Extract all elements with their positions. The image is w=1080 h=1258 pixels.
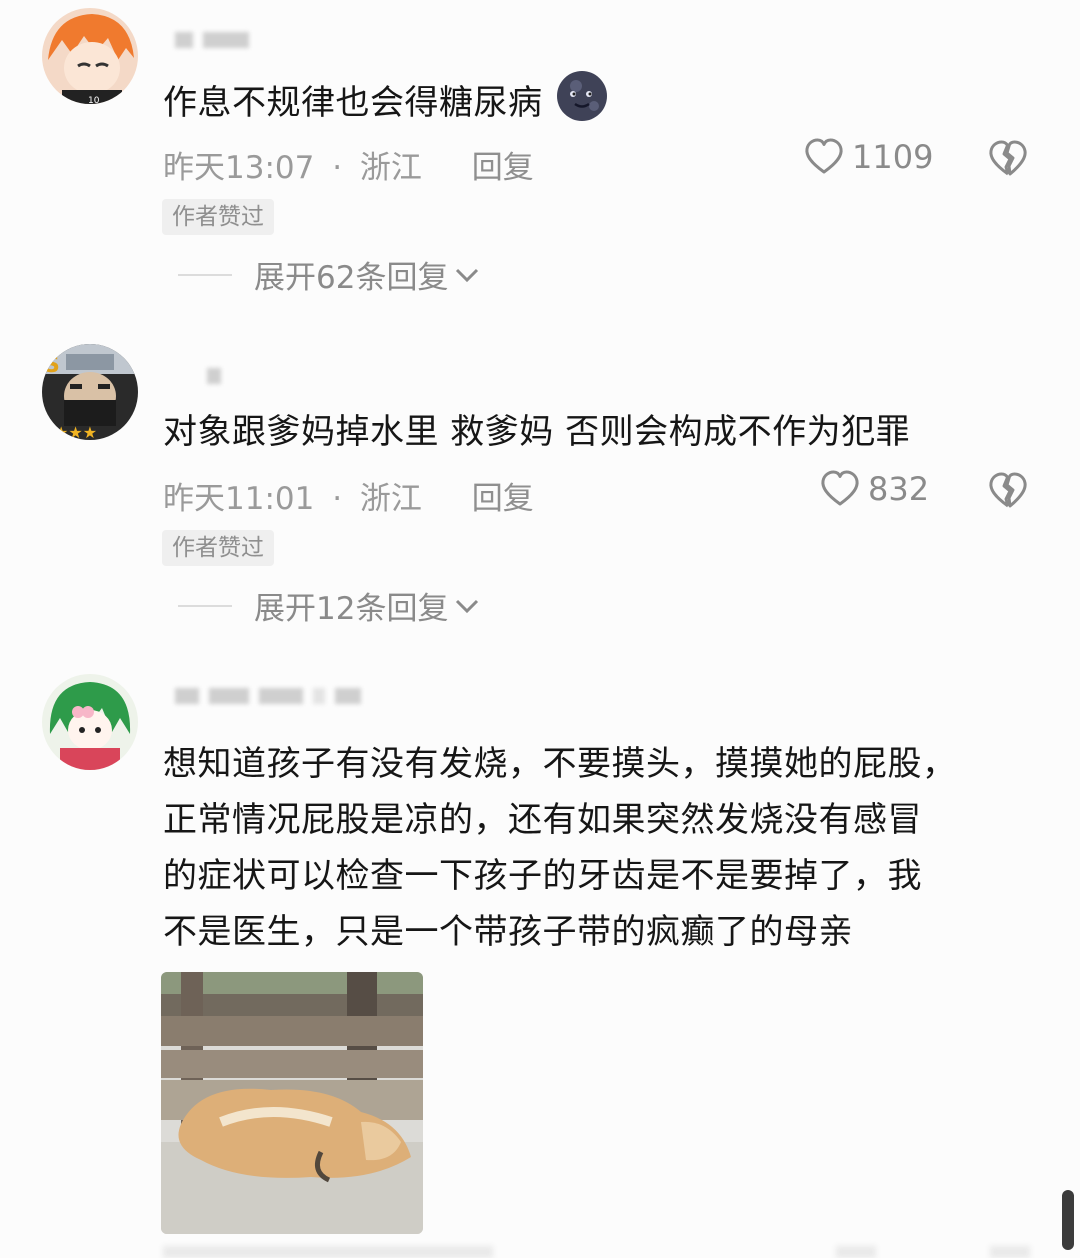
next-comment-peek — [990, 1246, 1030, 1258]
like-button[interactable]: 832 — [820, 470, 929, 508]
expand-replies-button[interactable]: 展开12条回复 — [178, 583, 480, 628]
svg-text:S: S — [44, 353, 60, 378]
reply-button[interactable]: 回复 — [472, 150, 534, 186]
heart-outline-icon — [821, 470, 859, 506]
author-liked-badge: 作者赞过 — [162, 199, 274, 235]
divider-line — [178, 273, 232, 276]
comment-text-line: 想知道孩子有没有发烧，不要摸头，摸摸她的屁股， — [163, 744, 957, 784]
avatar[interactable]: 10 — [42, 8, 138, 104]
divider-line — [178, 604, 232, 607]
next-comment-peek — [836, 1246, 876, 1258]
comment-text-line: 正常情况屁股是凉的，还有如果突然发烧没有感冒 — [163, 800, 922, 840]
username-blurred[interactable] — [175, 368, 221, 386]
like-count: 832 — [868, 470, 930, 508]
scrollbar-thumb[interactable] — [1062, 1190, 1074, 1250]
meta-separator: · — [332, 481, 343, 517]
expand-replies-button[interactable]: 展开62条回复 — [178, 252, 480, 297]
new-moon-face-emoji-icon — [556, 70, 608, 139]
chevron-down-icon — [456, 268, 479, 282]
author-liked-badge: 作者赞过 — [162, 530, 274, 566]
dislike-button[interactable] — [988, 472, 1028, 514]
like-count: 1109 — [852, 138, 934, 176]
next-comment-peek — [163, 1246, 493, 1258]
expand-replies-label: 展开62条回复 — [254, 260, 449, 296]
like-button[interactable]: 1109 — [804, 138, 933, 176]
dislike-button[interactable] — [988, 140, 1028, 182]
broken-heart-icon — [989, 140, 1027, 176]
comment-location: 浙江 — [359, 150, 422, 186]
svg-text:10: 10 — [88, 96, 100, 104]
expand-replies-label: 展开12条回复 — [254, 591, 449, 627]
comment-time: 昨天13:07 — [163, 150, 315, 186]
svg-text:★★★: ★★★ — [54, 423, 97, 440]
broken-heart-icon — [989, 472, 1027, 508]
chevron-down-icon — [456, 599, 479, 613]
comment-time: 昨天11:01 — [163, 481, 315, 517]
comment-meta: 昨天13:07 · 浙江 回复 — [163, 142, 534, 187]
heart-outline-icon — [805, 138, 843, 174]
avatar[interactable] — [42, 674, 138, 770]
comment-text-line: 不是医生，只是一个带孩子带的疯癫了的母亲 — [163, 912, 853, 952]
comment-text: 作息不规律也会得糖尿病 — [163, 70, 1053, 139]
comment-image-sleeping-dog[interactable] — [161, 972, 423, 1234]
comment-text-line: 的症状可以检查一下孩子的牙齿是不是要掉了，我 — [163, 856, 922, 896]
comment-location: 浙江 — [359, 481, 422, 517]
reply-button[interactable]: 回复 — [472, 481, 534, 517]
comment-text: 想知道孩子有没有发烧，不要摸头，摸摸她的屁股， 正常情况屁股是凉的，还有如果突然… — [163, 736, 1053, 960]
username-blurred[interactable] — [175, 688, 361, 706]
username-blurred[interactable] — [175, 32, 249, 50]
comment-text: 对象跟爹妈掉水里 救爹妈 否则会构成不作为犯罪 — [163, 412, 911, 452]
meta-separator: · — [332, 150, 343, 186]
comment-meta: 昨天11:01 · 浙江 回复 — [163, 473, 534, 518]
avatar[interactable]: S ★★★ — [42, 344, 138, 440]
